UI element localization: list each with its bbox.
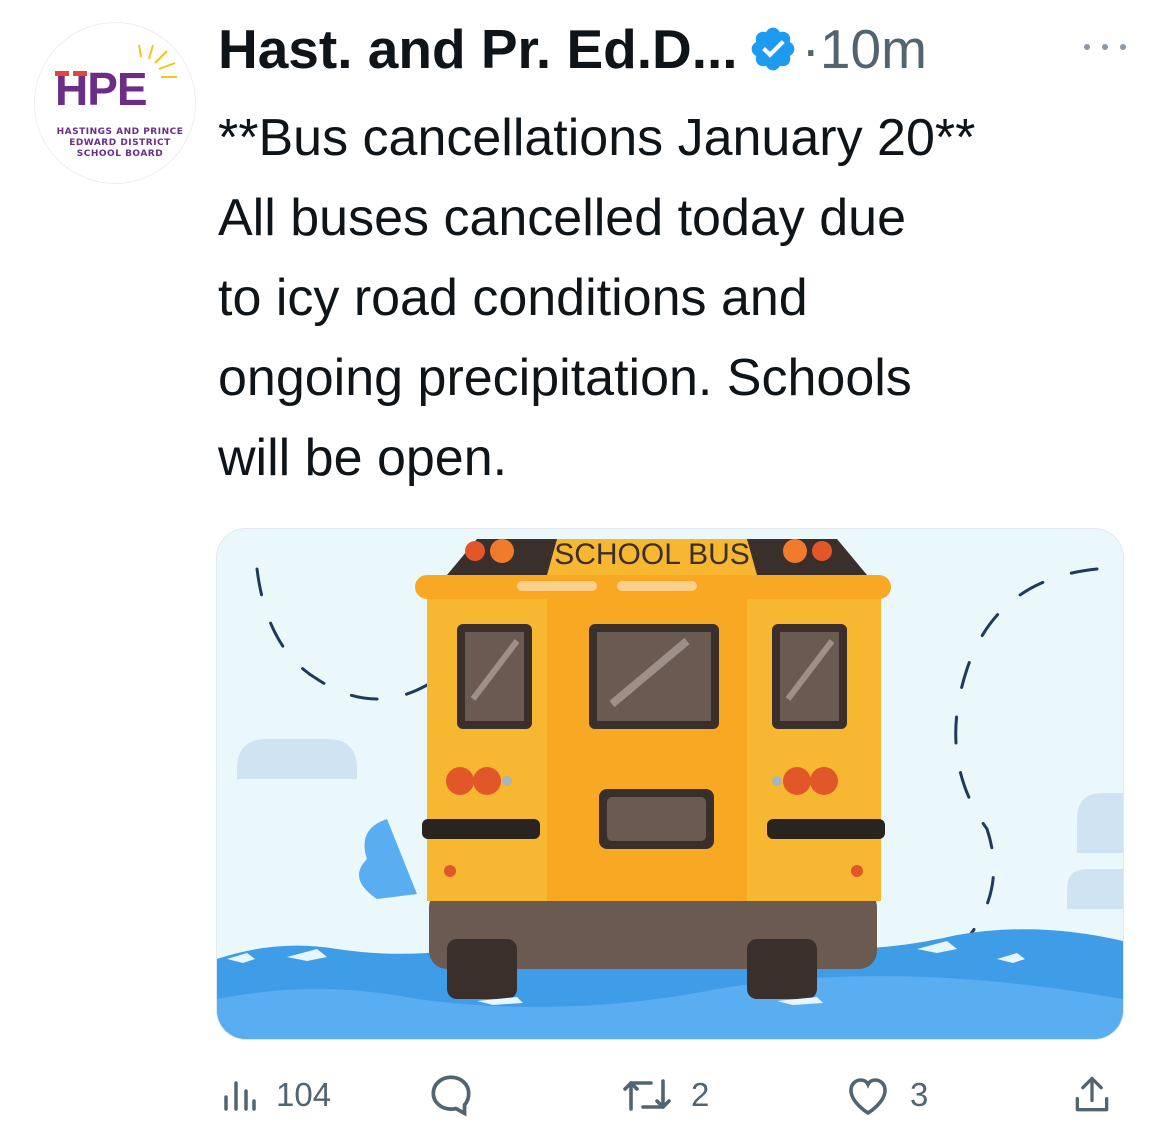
views-icon bbox=[224, 1081, 256, 1111]
school-bus-illustration: SCHOOL BUS bbox=[217, 529, 1123, 1039]
heart-icon bbox=[849, 1078, 887, 1116]
reply-action[interactable] bbox=[426, 1065, 494, 1125]
separator-dot: · bbox=[801, 18, 820, 80]
timestamp[interactable]: 10m bbox=[820, 17, 927, 81]
views-action[interactable]: 104 bbox=[218, 1065, 331, 1125]
like-count: 3 bbox=[910, 1076, 929, 1113]
tweet-actions: 104 2 3 bbox=[218, 1065, 1128, 1125]
tweet[interactable]: HPE HASTINGS AND PRINCE EDWARD DISTRICT … bbox=[0, 0, 1170, 1134]
retweet-action[interactable]: 2 bbox=[621, 1065, 709, 1125]
like-action[interactable]: 3 bbox=[844, 1065, 928, 1125]
reply-icon bbox=[431, 1075, 471, 1117]
bus-sign-text: SCHOOL BUS bbox=[554, 538, 750, 571]
logo-subtext: HASTINGS AND PRINCE EDWARD DISTRICT SCHO… bbox=[56, 127, 184, 159]
share-icon bbox=[1075, 1076, 1109, 1112]
views-count: 104 bbox=[276, 1076, 332, 1113]
retweet-count: 2 bbox=[691, 1076, 710, 1113]
author-name[interactable]: Hast. and Pr. Ed.D... bbox=[218, 17, 738, 81]
tweet-media[interactable]: SCHOOL BUS bbox=[216, 528, 1124, 1040]
svg-text:HPE: HPE bbox=[55, 63, 147, 115]
verified-badge-icon bbox=[751, 27, 794, 71]
tweet-header: Hast. and Pr. Ed.D... · 10m bbox=[218, 14, 927, 84]
more-dots-icon[interactable] bbox=[1075, 32, 1135, 62]
avatar[interactable]: HPE HASTINGS AND PRINCE EDWARD DISTRICT … bbox=[34, 22, 196, 184]
share-action[interactable] bbox=[1070, 1065, 1114, 1125]
retweet-icon bbox=[623, 1079, 671, 1111]
tweet-text: **Bus cancellations January 20** All bus… bbox=[218, 109, 976, 487]
